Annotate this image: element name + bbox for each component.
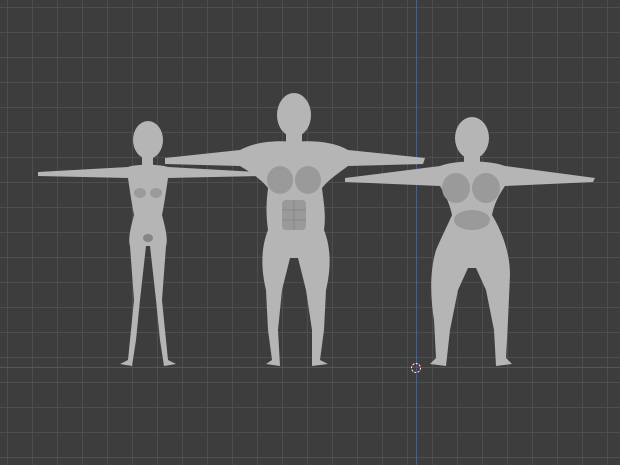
3d-viewport[interactable]	[0, 0, 620, 465]
3d-cursor-icon[interactable]	[410, 362, 422, 374]
scene-canvas	[38, 93, 595, 366]
muscular-base-mesh[interactable]	[165, 93, 425, 366]
